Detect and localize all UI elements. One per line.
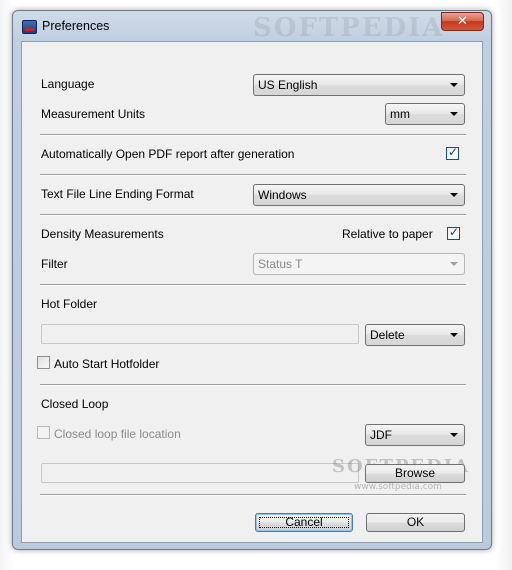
dialog-content: Language US English Measurement Units mm… xyxy=(21,41,483,543)
units-value: mm xyxy=(390,107,410,121)
line-ending-value: Windows xyxy=(258,188,307,202)
auto-open-checkbox[interactable]: ✓ xyxy=(446,145,459,160)
watermark-url: www.softpedia.com xyxy=(354,482,442,492)
title-bar[interactable]: Preferences SOFTPEDIA ✕ xyxy=(13,11,491,43)
language-dropdown[interactable]: US English xyxy=(253,74,465,96)
chevron-down-icon xyxy=(450,112,458,116)
hot-folder-action-value: Delete xyxy=(370,328,405,342)
preferences-dialog: Preferences SOFTPEDIA ✕ Language US Engl… xyxy=(12,10,492,550)
hot-folder-path-field[interactable] xyxy=(41,324,359,344)
density-label: Density Measurements xyxy=(41,227,164,241)
chevron-down-icon xyxy=(450,83,458,87)
app-icon xyxy=(22,20,37,34)
separator xyxy=(40,494,466,496)
line-ending-label: Text File Line Ending Format xyxy=(41,187,194,201)
separator xyxy=(40,384,466,386)
filter-value: Status T xyxy=(258,257,303,271)
language-value: US English xyxy=(258,78,318,92)
close-button[interactable]: ✕ xyxy=(441,12,484,31)
chevron-down-icon xyxy=(450,433,458,437)
separator xyxy=(40,284,466,286)
units-label: Measurement Units xyxy=(41,107,146,121)
auto-start-hotfolder-label: Auto Start Hotfolder xyxy=(54,357,160,371)
closed-loop-path-field[interactable] xyxy=(41,463,359,483)
chevron-down-icon xyxy=(450,262,458,266)
separator xyxy=(40,134,466,136)
units-dropdown[interactable]: mm xyxy=(385,103,465,125)
ok-button[interactable]: OK xyxy=(366,513,465,532)
check-icon: ✓ xyxy=(448,145,459,159)
closed-loop-format-value: JDF xyxy=(370,428,392,442)
check-icon: ✓ xyxy=(449,225,460,239)
relative-to-paper-checkbox[interactable]: ✓ xyxy=(447,225,460,240)
window-title: Preferences xyxy=(42,19,110,33)
auto-start-hotfolder-checkbox[interactable] xyxy=(37,356,50,369)
hot-folder-label: Hot Folder xyxy=(41,297,98,311)
auto-open-label: Automatically Open PDF report after gene… xyxy=(41,147,295,161)
separator xyxy=(40,214,466,216)
closed-loop-location-checkbox[interactable] xyxy=(37,426,50,439)
language-label: Language xyxy=(41,77,95,91)
relative-to-paper-label: Relative to paper xyxy=(342,227,433,241)
filter-label: Filter xyxy=(41,257,68,271)
chevron-down-icon xyxy=(450,333,458,337)
closed-loop-format-dropdown[interactable]: JDF xyxy=(365,424,465,446)
separator xyxy=(40,174,466,176)
watermark-text: SOFTPEDIA xyxy=(253,13,445,43)
browse-button[interactable]: Browse xyxy=(365,464,465,483)
line-ending-dropdown[interactable]: Windows xyxy=(253,184,465,206)
chevron-down-icon xyxy=(450,193,458,197)
closed-loop-label: Closed Loop xyxy=(41,397,109,411)
closed-loop-location-label: Closed loop file location xyxy=(54,427,181,441)
cancel-button[interactable]: Cancel xyxy=(255,513,353,532)
filter-dropdown[interactable]: Status T xyxy=(253,253,465,275)
close-icon: ✕ xyxy=(457,13,468,28)
hot-folder-action-dropdown[interactable]: Delete xyxy=(365,324,465,346)
focus-rect xyxy=(259,517,349,528)
